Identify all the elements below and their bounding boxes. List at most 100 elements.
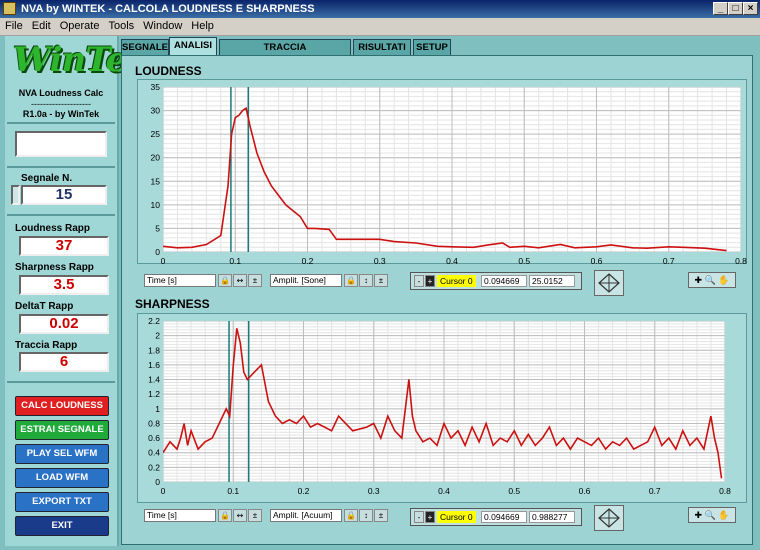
x-tick-label: 0.7 (663, 256, 675, 264)
y-tick-label: 15 (151, 176, 161, 186)
y-tick-label: 25 (151, 129, 161, 139)
load-wfm-button[interactable]: LOAD WFM (15, 468, 109, 488)
loudness-y-scale-icon[interactable]: ↕ (359, 274, 373, 287)
sharpness-cursor-name[interactable]: Cursor 0 (437, 511, 476, 523)
x-tick-label: 0.8 (719, 486, 731, 496)
menu-help[interactable]: Help (186, 18, 218, 32)
loudness-x-name[interactable]: Time [s] (144, 274, 216, 287)
y-tick-label: 20 (151, 153, 161, 163)
sharpness-y-name[interactable]: Amplit. [Acuum] (270, 509, 342, 522)
divider (7, 122, 115, 124)
sharpness-y-format-icon[interactable]: ± (374, 509, 388, 522)
loudness-graph-tools[interactable]: ✚ 🔍 ✋ (688, 272, 736, 288)
sharpness-cursor-y[interactable]: 0.988277 (529, 511, 575, 523)
estrai-segnale-button[interactable]: ESTRAI SEGNALE (15, 420, 109, 440)
export-txt-button[interactable]: EXPORT TXT (15, 492, 109, 512)
y-tick-label: 0.4 (148, 448, 160, 458)
loudness-y-format-icon[interactable]: ± (374, 274, 388, 287)
menu-file[interactable]: File (0, 18, 27, 32)
menu-tools[interactable]: Tools (103, 18, 138, 32)
tab-segnale[interactable]: SEGNALE (121, 39, 169, 55)
x-tick-label: 0.2 (298, 486, 310, 496)
loudness-x-format-icon[interactable]: ± (248, 274, 262, 287)
sharpness-y-lock-icon[interactable]: 🔒 (344, 509, 358, 522)
sharpness-cursor-x[interactable]: 0.094669 (481, 511, 527, 523)
loudness-rapp-label: Loudness Rapp (15, 223, 91, 234)
segnale-number-field[interactable]: 15 (21, 185, 107, 205)
play-sel-wfm-button[interactable]: PLAY SEL WFM (15, 444, 109, 464)
loudness-x-lock-icon[interactable]: 🔒 (218, 274, 232, 287)
wintek-logo: WinTek (13, 40, 150, 80)
cursor-expand-icon[interactable]: - (414, 275, 424, 287)
app-divider: -------------------- (31, 99, 91, 109)
maximize-button[interactable]: □ (728, 2, 743, 15)
cursor-expand-icon[interactable]: - (414, 511, 424, 523)
y-tick-label: 0 (155, 247, 160, 257)
x-tick-label: 0.5 (518, 256, 530, 264)
loudness-y-lock-icon[interactable]: 🔒 (344, 274, 358, 287)
y-tick-label: 30 (151, 106, 161, 116)
loudness-x-scale-icon[interactable]: ↭ (233, 274, 247, 287)
sharpness-x-name[interactable]: Time [s] (144, 509, 216, 522)
tab-setup[interactable]: SETUP (413, 39, 451, 55)
menu-bar: File Edit Operate Tools Window Help (0, 18, 760, 36)
sharpness-cursor-move-icon[interactable] (594, 505, 624, 531)
sidebar: WinTek NVA Loudness Calc ---------------… (5, 36, 150, 546)
loudness-cursor-move-icon[interactable] (594, 270, 624, 296)
y-tick-label: 1.4 (148, 375, 160, 385)
title-bar: NVA by WINTEK - CALCOLA LOUDNESS E SHARP… (0, 0, 760, 18)
y-tick-label: 10 (151, 200, 161, 210)
sharpness-graph-tools[interactable]: ✚ 🔍 ✋ (688, 507, 736, 523)
divider (7, 214, 115, 216)
sharpness-rapp-value: 3.5 (19, 275, 109, 295)
y-tick-label: 1.8 (148, 345, 160, 355)
y-tick-label: 5 (155, 223, 160, 233)
x-tick-label: 0.6 (579, 486, 591, 496)
y-tick-label: 2.2 (148, 316, 160, 326)
close-button[interactable]: × (743, 2, 758, 15)
y-tick-label: 1.6 (148, 360, 160, 370)
y-tick-label: 0 (155, 477, 160, 487)
loudness-cursor-x[interactable]: 0.094669 (481, 275, 527, 287)
menu-edit[interactable]: Edit (27, 18, 55, 32)
x-tick-label: 0.5 (508, 486, 520, 496)
y-tick-label: 0.2 (148, 462, 160, 472)
traccia-rapp-value: 6 (19, 352, 109, 372)
sharpness-x-lock-icon[interactable]: 🔒 (218, 509, 232, 522)
x-tick-label: 0.3 (374, 256, 386, 264)
loudness-cursor-name[interactable]: Cursor 0 (437, 275, 476, 287)
tab-analisi[interactable]: ANALISI (169, 37, 217, 56)
cursor-style-icon[interactable]: + (425, 511, 435, 523)
y-tick-label: 2 (155, 331, 160, 341)
tab-traccia-rappresentativa[interactable]: TRACCIA RAPPRESENTATIVA (219, 39, 351, 68)
sharpness-y-scale-icon[interactable]: ↕ (359, 509, 373, 522)
loudness-graph-title: LOUDNESS (135, 64, 202, 78)
segnale-spin-buttons[interactable] (11, 185, 20, 205)
diamond-arrows-icon (598, 508, 620, 528)
deltat-rapp-value: 0.02 (19, 314, 109, 334)
sharpness-x-format-icon[interactable]: ± (248, 509, 262, 522)
y-tick-label: 35 (151, 82, 161, 92)
divider (7, 166, 115, 168)
deltat-rapp-label: DeltaT Rapp (15, 301, 74, 312)
sharpness-cursor-legend: - + Cursor 0 0.094669 0.988277 (410, 508, 582, 526)
cursor-style-icon[interactable]: + (425, 275, 435, 287)
x-tick-label: 0.2 (302, 256, 314, 264)
minimize-button[interactable]: _ (713, 2, 728, 15)
menu-operate[interactable]: Operate (55, 18, 104, 32)
sharpness-x-scale-icon[interactable]: ↭ (233, 509, 247, 522)
tab-risultati[interactable]: RISULTATI (353, 39, 411, 55)
y-tick-label: 1.2 (148, 389, 160, 399)
sharpness-rapp-label: Sharpness Rapp (15, 262, 94, 273)
y-tick-label: 0.6 (148, 433, 160, 443)
exit-button[interactable]: EXIT (15, 516, 109, 536)
loudness-y-name[interactable]: Amplit. [Sone] (270, 274, 342, 287)
window-title: NVA by WINTEK - CALCOLA LOUDNESS E SHARP… (21, 3, 315, 15)
menu-window[interactable]: Window (138, 18, 186, 32)
x-tick-label: 0.1 (227, 486, 239, 496)
x-tick-label: 0 (161, 256, 166, 264)
sharpness-graph-title: SHARPNESS (135, 297, 210, 311)
loudness-axes: 0 0.1 0.2 0.3 0.4 0.5 0.6 0.7 0.8 0 5 10 15 20 25 30 35 (151, 82, 747, 264)
calc-loudness-button[interactable]: CALC LOUDNESS (15, 396, 109, 416)
loudness-cursor-y[interactable]: 25.0152 (529, 275, 575, 287)
